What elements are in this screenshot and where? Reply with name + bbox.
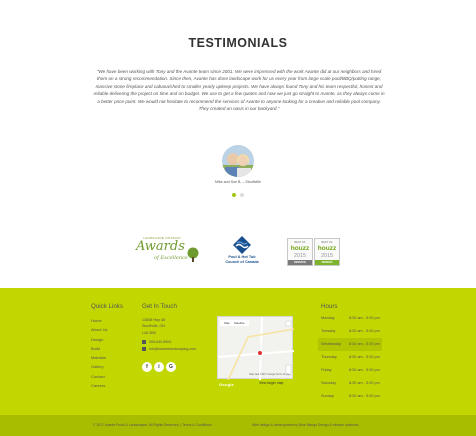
address-line-3: L4A 3B8	[142, 331, 156, 335]
testimonial-author: Mike and Sue B. – Stouffville	[215, 180, 261, 184]
address-line-2: Stouffville, ON	[142, 324, 165, 328]
location-map[interactable]: Map Satellite Map data ©2017 Google Terms…	[217, 316, 294, 380]
quick-link-about[interactable]: About Us	[91, 327, 107, 332]
hours-time: 8:30 am - 5:30 pm	[349, 381, 380, 385]
map-roads	[218, 317, 294, 380]
testimonials-section: TESTIMONIALS "We have been working with …	[0, 0, 476, 288]
testimonials-heading: TESTIMONIALS	[188, 36, 288, 50]
quick-link-careers[interactable]: Careers	[91, 383, 105, 388]
copyright-text[interactable]: © 2017 Avante Pools & Landscapes. All Ri…	[93, 423, 212, 427]
hours-day: Monday	[321, 316, 335, 320]
phone-icon	[142, 340, 146, 345]
quick-link-maintain[interactable]: Maintain	[91, 355, 106, 360]
map-credit: Map data ©2017 Google Terms of Use	[249, 373, 290, 376]
hours-heading: Hours	[321, 303, 338, 310]
hours-time: 8:30 am - 5:30 pm	[349, 316, 380, 320]
satellite-tab[interactable]: Satellite	[232, 321, 247, 325]
pool-council-text: Pool & Hot Tub Council of Canada	[219, 255, 265, 265]
houzz-best-of: BEST OF	[294, 241, 306, 244]
hours-row-monday: Monday 8:30 am - 5:30 pm	[318, 312, 382, 325]
houzz-name: houzz	[290, 245, 310, 252]
hours-day: Tuesday	[321, 329, 336, 333]
quick-link-home[interactable]: Home	[91, 318, 102, 323]
testimonial-avatar	[222, 145, 254, 177]
carousel-dot-2[interactable]	[240, 193, 244, 197]
award-sub-text: of Excellence	[154, 255, 188, 261]
instagram-icon[interactable]: i	[154, 362, 164, 372]
hours-day: Thursday	[321, 355, 337, 359]
awards-of-excellence-logo: LANDSCAPE ONTARIO Awards of Excellence	[132, 233, 200, 267]
hours-row-saturday: Saturday 8:30 am - 5:30 pm	[318, 377, 382, 390]
hours-row-thursday: Thursday 8:30 am - 5:30 pm	[318, 351, 382, 364]
houzz-band: DESIGN	[315, 260, 339, 265]
hours-row-friday: Friday 8:30 am - 5:30 pm	[318, 364, 382, 377]
hours-time: 8:30 am - 5:30 pm	[349, 329, 380, 333]
designer-credit[interactable]: Web design & development by Blue Mango D…	[252, 423, 358, 427]
view-larger-map-link[interactable]: View larger map	[259, 381, 283, 385]
hours-time: 8:30 am - 5:30 pm	[349, 394, 380, 398]
quick-link-build[interactable]: Build	[91, 346, 100, 351]
testimonial-quote: "We have been working with Tony and the …	[93, 69, 385, 112]
email-icon	[142, 347, 146, 352]
email-address: info@avantelandscaping.com	[149, 347, 197, 351]
get-in-touch-heading: Get In Touch	[142, 303, 177, 310]
pool-hot-tub-council-logo: Pool & Hot Tub Council of Canada	[219, 236, 265, 272]
houzz-name: houzz	[317, 245, 337, 252]
hours-day: Wednesday	[321, 342, 341, 346]
quick-link-gallery[interactable]: Gallery	[91, 364, 104, 369]
quick-link-contact[interactable]: Contact	[91, 374, 105, 379]
phone-row[interactable]: 905-640-8900	[142, 340, 172, 345]
map-tab[interactable]: Map	[222, 321, 232, 325]
houzz-service-badge: BEST OF houzz 2015 SERVICE	[287, 238, 313, 266]
hours-time: 8:30 am - 5:30 pm	[349, 368, 380, 372]
google-plus-icon[interactable]: G	[166, 362, 176, 372]
pool-council-line2: Council of Canada	[225, 259, 259, 264]
google-map-label: Google	[219, 382, 234, 387]
award-main-text: Awards	[136, 239, 185, 254]
houzz-year: 2015	[293, 253, 307, 259]
facebook-icon[interactable]: f	[142, 362, 152, 372]
map-type-toggle[interactable]: Map Satellite	[220, 320, 249, 326]
pool-council-icon	[233, 236, 251, 254]
hours-time: 8:30 am - 5:30 pm	[349, 342, 380, 346]
hours-day: Saturday	[321, 381, 337, 385]
houzz-band: SERVICE	[288, 260, 312, 265]
hours-row-wednesday: Wednesday 8:30 am - 5:30 pm	[318, 338, 382, 351]
hours-row-sunday: Sunday 8:30 am - 5:30 pm	[318, 390, 382, 403]
phone-number: 905-640-8900	[149, 340, 172, 344]
houzz-best-of: BEST OF	[321, 241, 333, 244]
houzz-year: 2015	[320, 253, 334, 259]
houzz-design-badge: BEST OF houzz 2015 DESIGN	[314, 238, 340, 266]
hours-day: Sunday	[321, 394, 334, 398]
email-row[interactable]: info@avantelandscaping.com	[142, 347, 197, 352]
tree-icon	[187, 247, 199, 262]
hours-row-tuesday: Tuesday 8:30 am - 5:30 pm	[318, 325, 382, 338]
copyright-bar: © 2017 Avante Pools & Landscapes. All Ri…	[0, 415, 476, 436]
hours-time: 8:30 am - 5:30 pm	[349, 355, 380, 359]
address-line-1: 13808 Hwy 48	[142, 318, 165, 322]
quick-link-design[interactable]: Design	[91, 337, 103, 342]
carousel-dot-1[interactable]	[232, 193, 236, 197]
hours-day: Friday	[321, 368, 332, 372]
quick-links-heading: Quick Links	[91, 303, 123, 310]
